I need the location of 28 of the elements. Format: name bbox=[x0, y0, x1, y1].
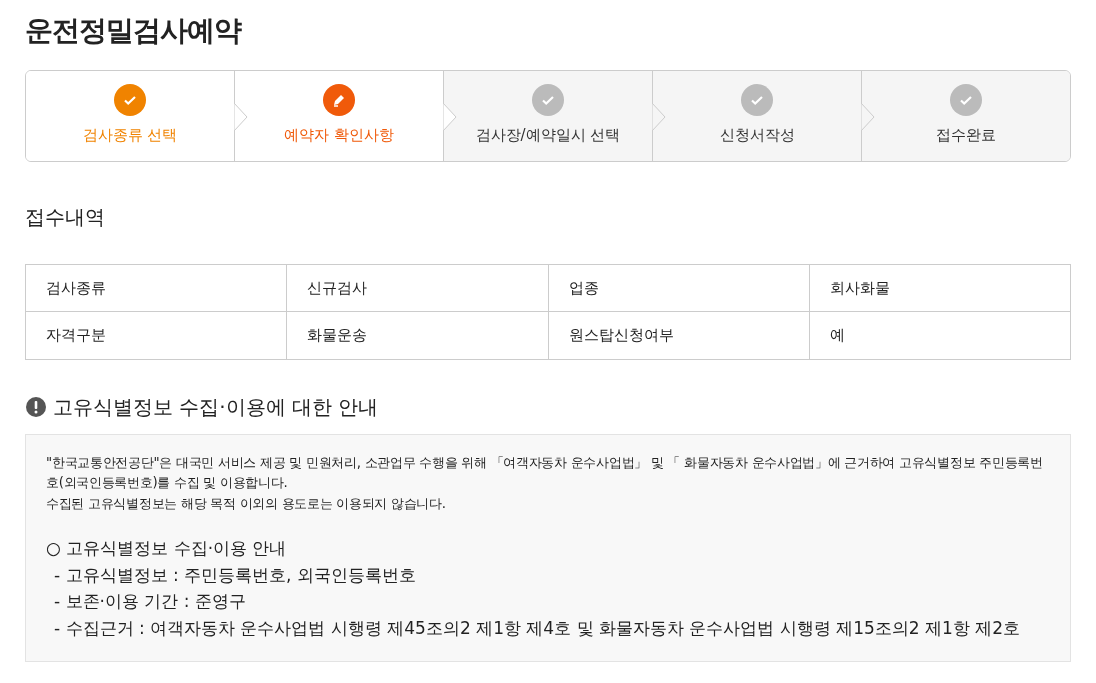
table-cell: 회사화물 bbox=[809, 264, 1071, 312]
notice-item: - 보존·이용 기간 : 준영구 bbox=[53, 590, 247, 614]
pencil-icon bbox=[323, 84, 355, 117]
notice-text: 수집된 고유식별정보는 해당 목적 이외의 용도로는 이용되지 않습니다. bbox=[46, 494, 447, 513]
notice-title: 고유식별정보 수집·이용에 대한 안내 bbox=[53, 393, 379, 421]
notice-subtitle: ○ 고유식별정보 수집·이용 안내 bbox=[46, 537, 288, 561]
table-cell: 화물운송 bbox=[286, 311, 548, 360]
table-cell: 신규검사 bbox=[286, 264, 548, 312]
table-cell: 원스탑신청여부 bbox=[548, 311, 810, 360]
table-cell: 자격구분 bbox=[25, 311, 287, 360]
table-cell: 업종 bbox=[548, 264, 810, 312]
step-label: 신청서작성 bbox=[719, 125, 795, 147]
table-cell: 예 bbox=[809, 311, 1071, 360]
table-cell: 검사종류 bbox=[25, 264, 287, 312]
check-icon bbox=[532, 84, 564, 117]
notice-item: - 고유식별정보 : 주민등록번호, 외국인등록번호 bbox=[53, 563, 417, 587]
notice-text: "한국교통안전공단"은 대국민 서비스 제공 및 민원처리, 소관업무 수행을 위해 「여객자동차 운수사업법」 및 「 화물자동차 운수사업법」에 근거하여 고유식별정보 주민등록번호(외국인등록번호)를 수집 및 이용합니다. bbox=[46, 453, 1044, 493]
step-label: 접수완료 bbox=[936, 125, 996, 147]
page-title: 운전정밀검사예약 bbox=[25, 14, 243, 48]
step-label: 검사종류 선택 bbox=[82, 125, 178, 147]
section-title: 접수내역 bbox=[25, 203, 106, 231]
step-label: 검사장/예약일시 선택 bbox=[475, 125, 621, 147]
check-icon bbox=[741, 84, 773, 117]
step-label: 예약자 확인사항 bbox=[284, 125, 394, 147]
check-icon bbox=[950, 84, 982, 117]
notice-item: - 수집근거 : 여객자동차 운수사업법 시행령 제45조의2 제1항 제4호 및 화물자동차 운수사업법 시행령 제15조의2 제1항 제2호 bbox=[53, 616, 1022, 640]
check-icon bbox=[114, 84, 146, 117]
exclamation-icon bbox=[25, 395, 47, 418]
